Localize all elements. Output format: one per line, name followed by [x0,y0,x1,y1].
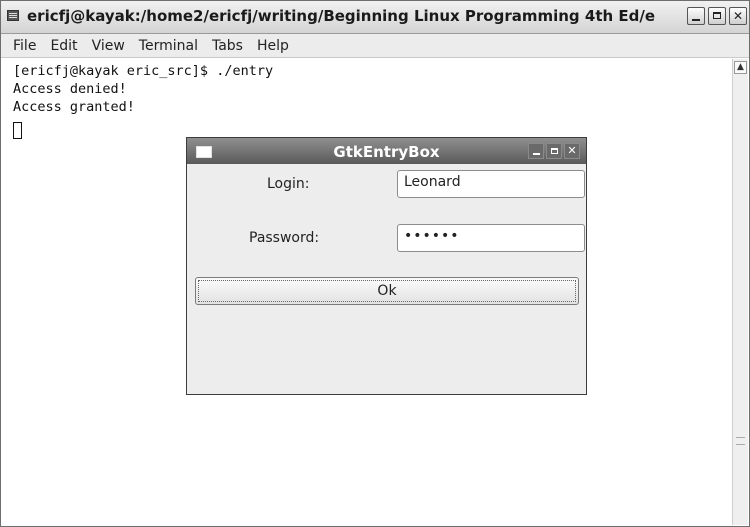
maximize-button[interactable] [708,7,726,25]
password-input[interactable]: •••••• [397,224,585,252]
close-button[interactable]: ✕ [729,7,747,25]
terminal-line: Access denied! [13,81,127,97]
menu-tabs[interactable]: Tabs [212,38,243,54]
scroll-up-icon[interactable]: ▲ [734,61,747,74]
terminal-line: [ericfj@kayak eric_src]$ ./entry [13,63,274,79]
close-icon: ✕ [732,9,744,23]
dialog-maximize-button[interactable] [546,143,562,159]
terminal-line: Access granted! [13,99,135,115]
password-label: Password: [249,230,320,246]
vertical-scrollbar[interactable]: ▲ [732,59,748,525]
terminal-titlebar[interactable]: ericfj@kayak:/home2/ericfj/writing/Begin… [1,1,749,34]
dialog-titlebar[interactable]: GtkEntryBox ✕ [187,138,586,164]
gtk-entry-dialog: GtkEntryBox ✕ Login: Leonard Password: •… [186,137,587,395]
login-label: Login: [267,176,310,192]
menubar: File Edit View Terminal Tabs Help [1,34,749,58]
dialog-close-button[interactable]: ✕ [564,143,580,159]
minimize-icon [692,19,700,21]
maximize-icon [550,148,558,154]
menu-edit[interactable]: Edit [50,38,77,54]
minimize-icon [532,153,540,155]
terminal-icon[interactable] [7,10,19,21]
dialog-title: GtkEntryBox [333,143,440,161]
close-icon: ✕ [567,144,577,157]
terminal-cursor [13,122,22,139]
scrollbar-grip[interactable] [736,437,745,445]
dialog-minimize-button[interactable] [528,143,544,159]
login-input[interactable]: Leonard [397,170,585,198]
ok-button[interactable]: Ok [195,277,579,305]
menu-file[interactable]: File [13,38,36,54]
minimize-button[interactable] [687,7,705,25]
menu-view[interactable]: View [92,38,125,54]
menu-terminal[interactable]: Terminal [139,38,198,54]
maximize-icon [713,12,721,19]
window-title: ericfj@kayak:/home2/ericfj/writing/Begin… [27,7,656,25]
menu-help[interactable]: Help [257,38,289,54]
